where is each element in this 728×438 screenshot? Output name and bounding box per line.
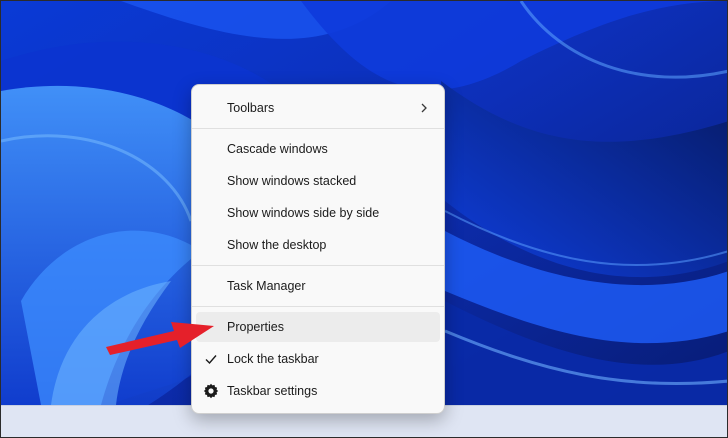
menu-item-cascade-windows[interactable]: Cascade windows [196, 134, 440, 164]
menu-item-label: Show windows stacked [227, 174, 357, 188]
gear-icon [203, 383, 219, 399]
menu-item-show-windows-side-by-side[interactable]: Show windows side by side [196, 198, 440, 228]
menu-item-taskbar-settings[interactable]: Taskbar settings [196, 376, 440, 406]
menu-item-show-windows-stacked[interactable]: Show windows stacked [196, 166, 440, 196]
menu-item-label: Cascade windows [227, 142, 328, 156]
menu-item-lock-the-taskbar[interactable]: Lock the taskbar [196, 344, 440, 374]
menu-item-label: Show the desktop [227, 238, 327, 252]
menu-item-properties[interactable]: Properties [196, 312, 440, 342]
menu-item-task-manager[interactable]: Task Manager [196, 271, 440, 301]
menu-separator [192, 306, 444, 307]
menu-separator [192, 265, 444, 266]
menu-separator [192, 128, 444, 129]
menu-item-show-the-desktop[interactable]: Show the desktop [196, 230, 440, 260]
menu-item-label: Taskbar settings [227, 384, 318, 398]
menu-item-label: Show windows side by side [227, 206, 380, 220]
menu-item-label: Lock the taskbar [227, 352, 319, 366]
menu-item-label: Toolbars [227, 101, 275, 115]
screenshot-frame: Toolbars Cascade windows Show windows st… [0, 0, 728, 438]
taskbar-context-menu: Toolbars Cascade windows Show windows st… [191, 84, 445, 414]
menu-item-label: Task Manager [227, 279, 306, 293]
chevron-right-icon [421, 103, 427, 113]
menu-item-toolbars[interactable]: Toolbars [196, 93, 440, 123]
red-arrow-annotation [106, 322, 214, 355]
menu-item-label: Properties [227, 320, 284, 334]
